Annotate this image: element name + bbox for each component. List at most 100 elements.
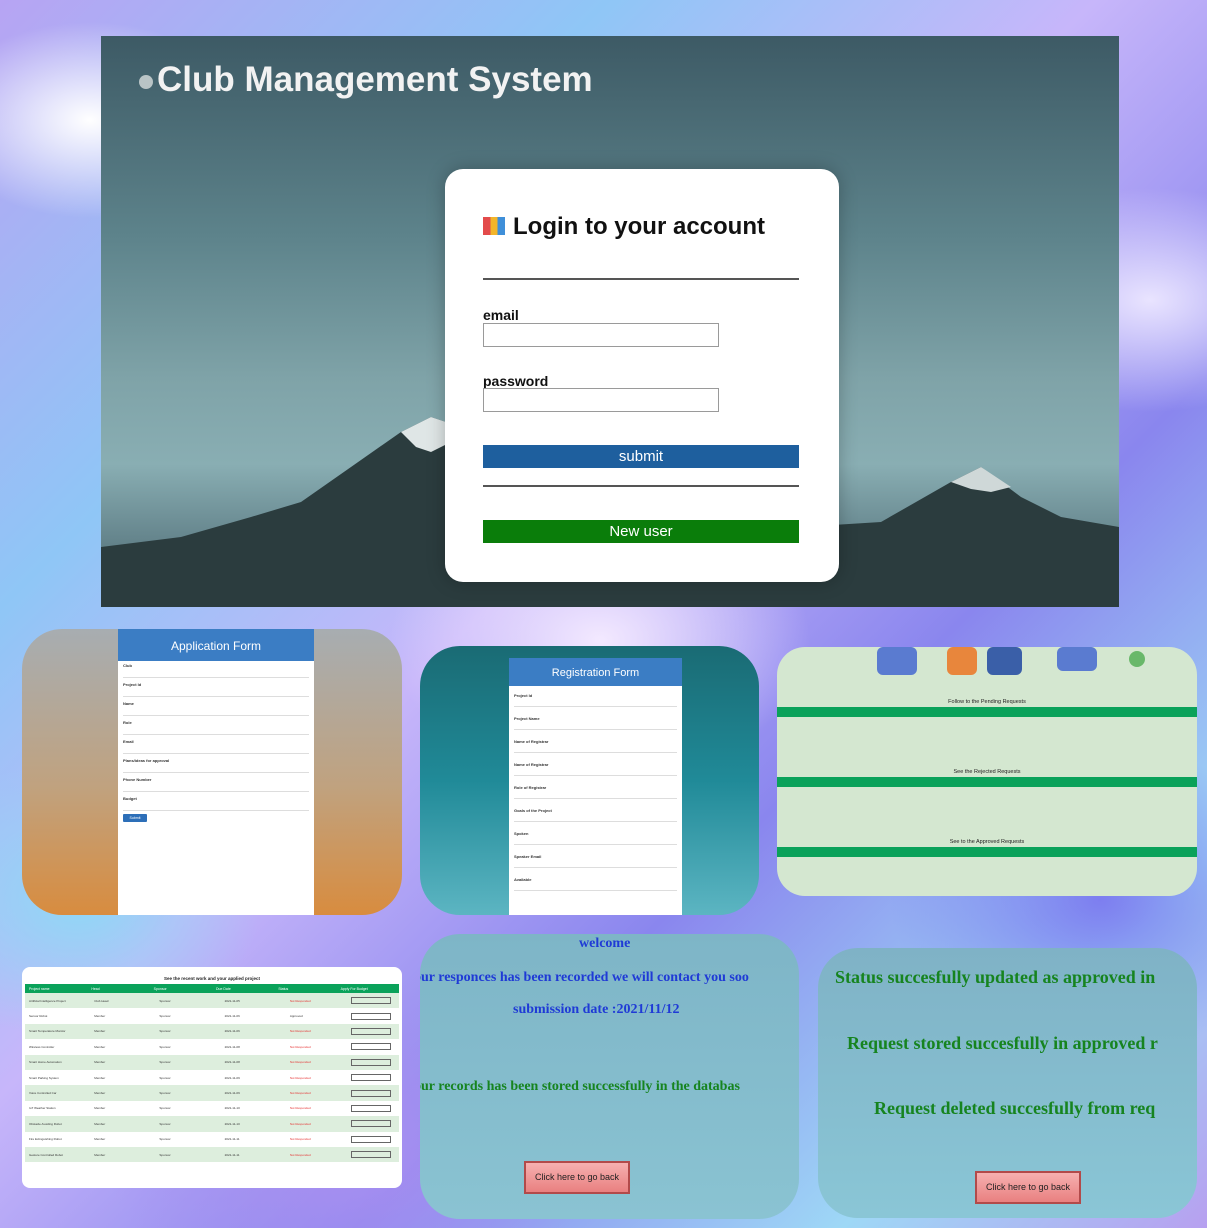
- column-header: Project name: [29, 986, 50, 991]
- application-form-screen: Application Form Club Project Id Name Role E…: [22, 629, 402, 915]
- apply-budget-button[interactable]: [351, 1012, 392, 1020]
- go-back-button[interactable]: Click here to go back: [524, 1161, 630, 1194]
- form-field-input[interactable]: [514, 837, 677, 845]
- new-user-button[interactable]: New user: [483, 520, 799, 543]
- login-card: Login to your account email password sub…: [445, 169, 839, 582]
- bullet-icon: [139, 74, 153, 89]
- table-cell: Club Head: [94, 998, 109, 1003]
- table-cell: Member: [94, 1060, 106, 1065]
- table-cell: Not Responded: [289, 1044, 311, 1049]
- registration-form: Registration Form Project Id Project Name…: [509, 658, 682, 915]
- table-row: Smart Home Automation Member Sponsor 2021-1…: [25, 1054, 399, 1070]
- form-field-input[interactable]: [514, 791, 677, 799]
- table-cell: Sponsor: [159, 1075, 171, 1080]
- table-cell: 2021-11-05: [224, 998, 240, 1003]
- form-submit-button[interactable]: Submit: [123, 814, 147, 822]
- form-field-label: Project Id: [514, 693, 533, 698]
- table-cell: Smart Temperature Monitor: [29, 1029, 66, 1034]
- table-cell: Sensor Robot: [29, 1014, 48, 1019]
- table-cell: Member: [94, 1075, 106, 1080]
- table-cell: Member: [94, 1152, 106, 1157]
- table-cell: Sponsor: [159, 1060, 171, 1065]
- table-cell: Not Responded: [289, 1137, 311, 1142]
- apply-budget-button[interactable]: [351, 1027, 392, 1035]
- column-header: Due Date: [215, 986, 231, 991]
- table-cell: Not Responded: [289, 1152, 311, 1157]
- table-cell: 2021-11-08: [224, 1044, 240, 1049]
- projects-table-screen: See the recent work and your applied pro…: [22, 967, 402, 1188]
- submit-button[interactable]: submit: [483, 445, 799, 468]
- projects-table-body: Artificial Intelligence Project Club Head…: [22, 993, 402, 1163]
- table-cell: 2021-11-10: [224, 1106, 240, 1111]
- table-cell: Member: [94, 1137, 106, 1142]
- form-field-input[interactable]: [514, 699, 677, 707]
- rejected-requests-title: See the Rejected Requests: [953, 769, 1021, 775]
- table-cell: Member: [94, 1091, 106, 1096]
- status-updated-text: Status succesfully updated as approved i…: [835, 967, 1156, 987]
- form-field-label: Speaker Email: [514, 854, 542, 859]
- form-field-label: Goals of the Project: [514, 808, 552, 813]
- form-field-input[interactable]: [514, 883, 677, 891]
- form-field-input[interactable]: [123, 688, 309, 697]
- status-message-screen: Status succesfully updated as approved i…: [818, 948, 1197, 1218]
- table-row: Artificial Intelligence Project Club Head…: [25, 993, 399, 1009]
- form-field-input[interactable]: [123, 745, 309, 754]
- pending-requests-title: Follow to the Pending Requests: [948, 699, 1026, 705]
- apply-budget-button[interactable]: [351, 1135, 392, 1143]
- password-label: password: [483, 373, 549, 389]
- requests-screen: Follow to the Pending Requests See the R…: [777, 647, 1197, 896]
- form-field-label: Phone Number: [123, 777, 152, 782]
- go-back-button[interactable]: Click here to go back: [975, 1171, 1081, 1204]
- form-field-label: Budget: [123, 796, 137, 801]
- form-field-input[interactable]: [123, 802, 309, 811]
- apply-budget-button[interactable]: [351, 1089, 392, 1097]
- form-field-input[interactable]: [514, 814, 677, 822]
- table-cell: Not Responded: [289, 998, 311, 1003]
- form-field-input[interactable]: [514, 860, 677, 868]
- email-field[interactable]: [483, 323, 719, 347]
- table-row: Gesture Controlled Robot Member Sponsor 202…: [25, 1146, 399, 1163]
- apply-budget-button[interactable]: [351, 1043, 392, 1051]
- form-field-label: Name of Registrar: [514, 762, 549, 767]
- apply-budget-button[interactable]: [351, 997, 392, 1005]
- illustration-image: [877, 647, 1145, 675]
- apply-budget-button[interactable]: [351, 1151, 392, 1159]
- apply-budget-button[interactable]: [351, 1058, 392, 1066]
- form-field-label: Project Name: [514, 716, 540, 721]
- table-cell: Sponsor: [159, 1106, 171, 1111]
- apply-budget-button[interactable]: [351, 1104, 392, 1112]
- form-field-input[interactable]: [514, 745, 677, 753]
- table-row: Sensor Robot Member Sponsor 2021-11-06 Appro…: [25, 1008, 399, 1023]
- table-row: Smart Parking System Member Sponsor 2021-11…: [25, 1070, 399, 1085]
- response-recorded-text: our responces has been recorded we will …: [420, 970, 749, 985]
- table-cell: Smart Parking System: [29, 1075, 59, 1080]
- approved-table-header: [777, 847, 1197, 857]
- form-field-input[interactable]: [514, 722, 677, 730]
- table-cell: Not Responded: [289, 1075, 311, 1080]
- form-field-input[interactable]: [123, 726, 309, 735]
- projects-table-title: See the recent work and your applied pro…: [163, 976, 261, 981]
- table-cell: Fire Extinguishing Robot: [29, 1137, 62, 1142]
- table-cell: IoT Weather Station: [29, 1106, 56, 1111]
- password-field[interactable]: [483, 388, 719, 412]
- table-cell: Member: [94, 1106, 106, 1111]
- form-field-input[interactable]: [123, 764, 309, 773]
- records-stored-text: our records has been stored successfully…: [420, 1079, 740, 1094]
- form-field-label: Plans/ideas for approval: [123, 758, 170, 763]
- table-cell: Member: [94, 1121, 106, 1126]
- form-field-input[interactable]: [123, 669, 309, 678]
- table-cell: Sponsor: [159, 998, 171, 1003]
- apply-budget-button[interactable]: [351, 1120, 392, 1128]
- form-field-input[interactable]: [123, 783, 309, 792]
- table-row: Obstacle Avoiding Robot Member Sponsor 2021…: [25, 1116, 399, 1132]
- login-heading: Login to your account: [483, 213, 765, 241]
- form-field-input[interactable]: [123, 707, 309, 716]
- table-cell: Sponsor: [159, 1014, 171, 1019]
- login-heading-text: Login to your account: [513, 213, 765, 240]
- form-field-input[interactable]: [514, 768, 677, 776]
- table-cell: Member: [94, 1014, 106, 1019]
- apply-budget-button[interactable]: [351, 1074, 392, 1082]
- form-field-label: Email: [123, 739, 134, 744]
- table-cell: 2021-11-08: [224, 1060, 240, 1065]
- request-deleted-text: Request deleted succesfully from req: [874, 1098, 1156, 1118]
